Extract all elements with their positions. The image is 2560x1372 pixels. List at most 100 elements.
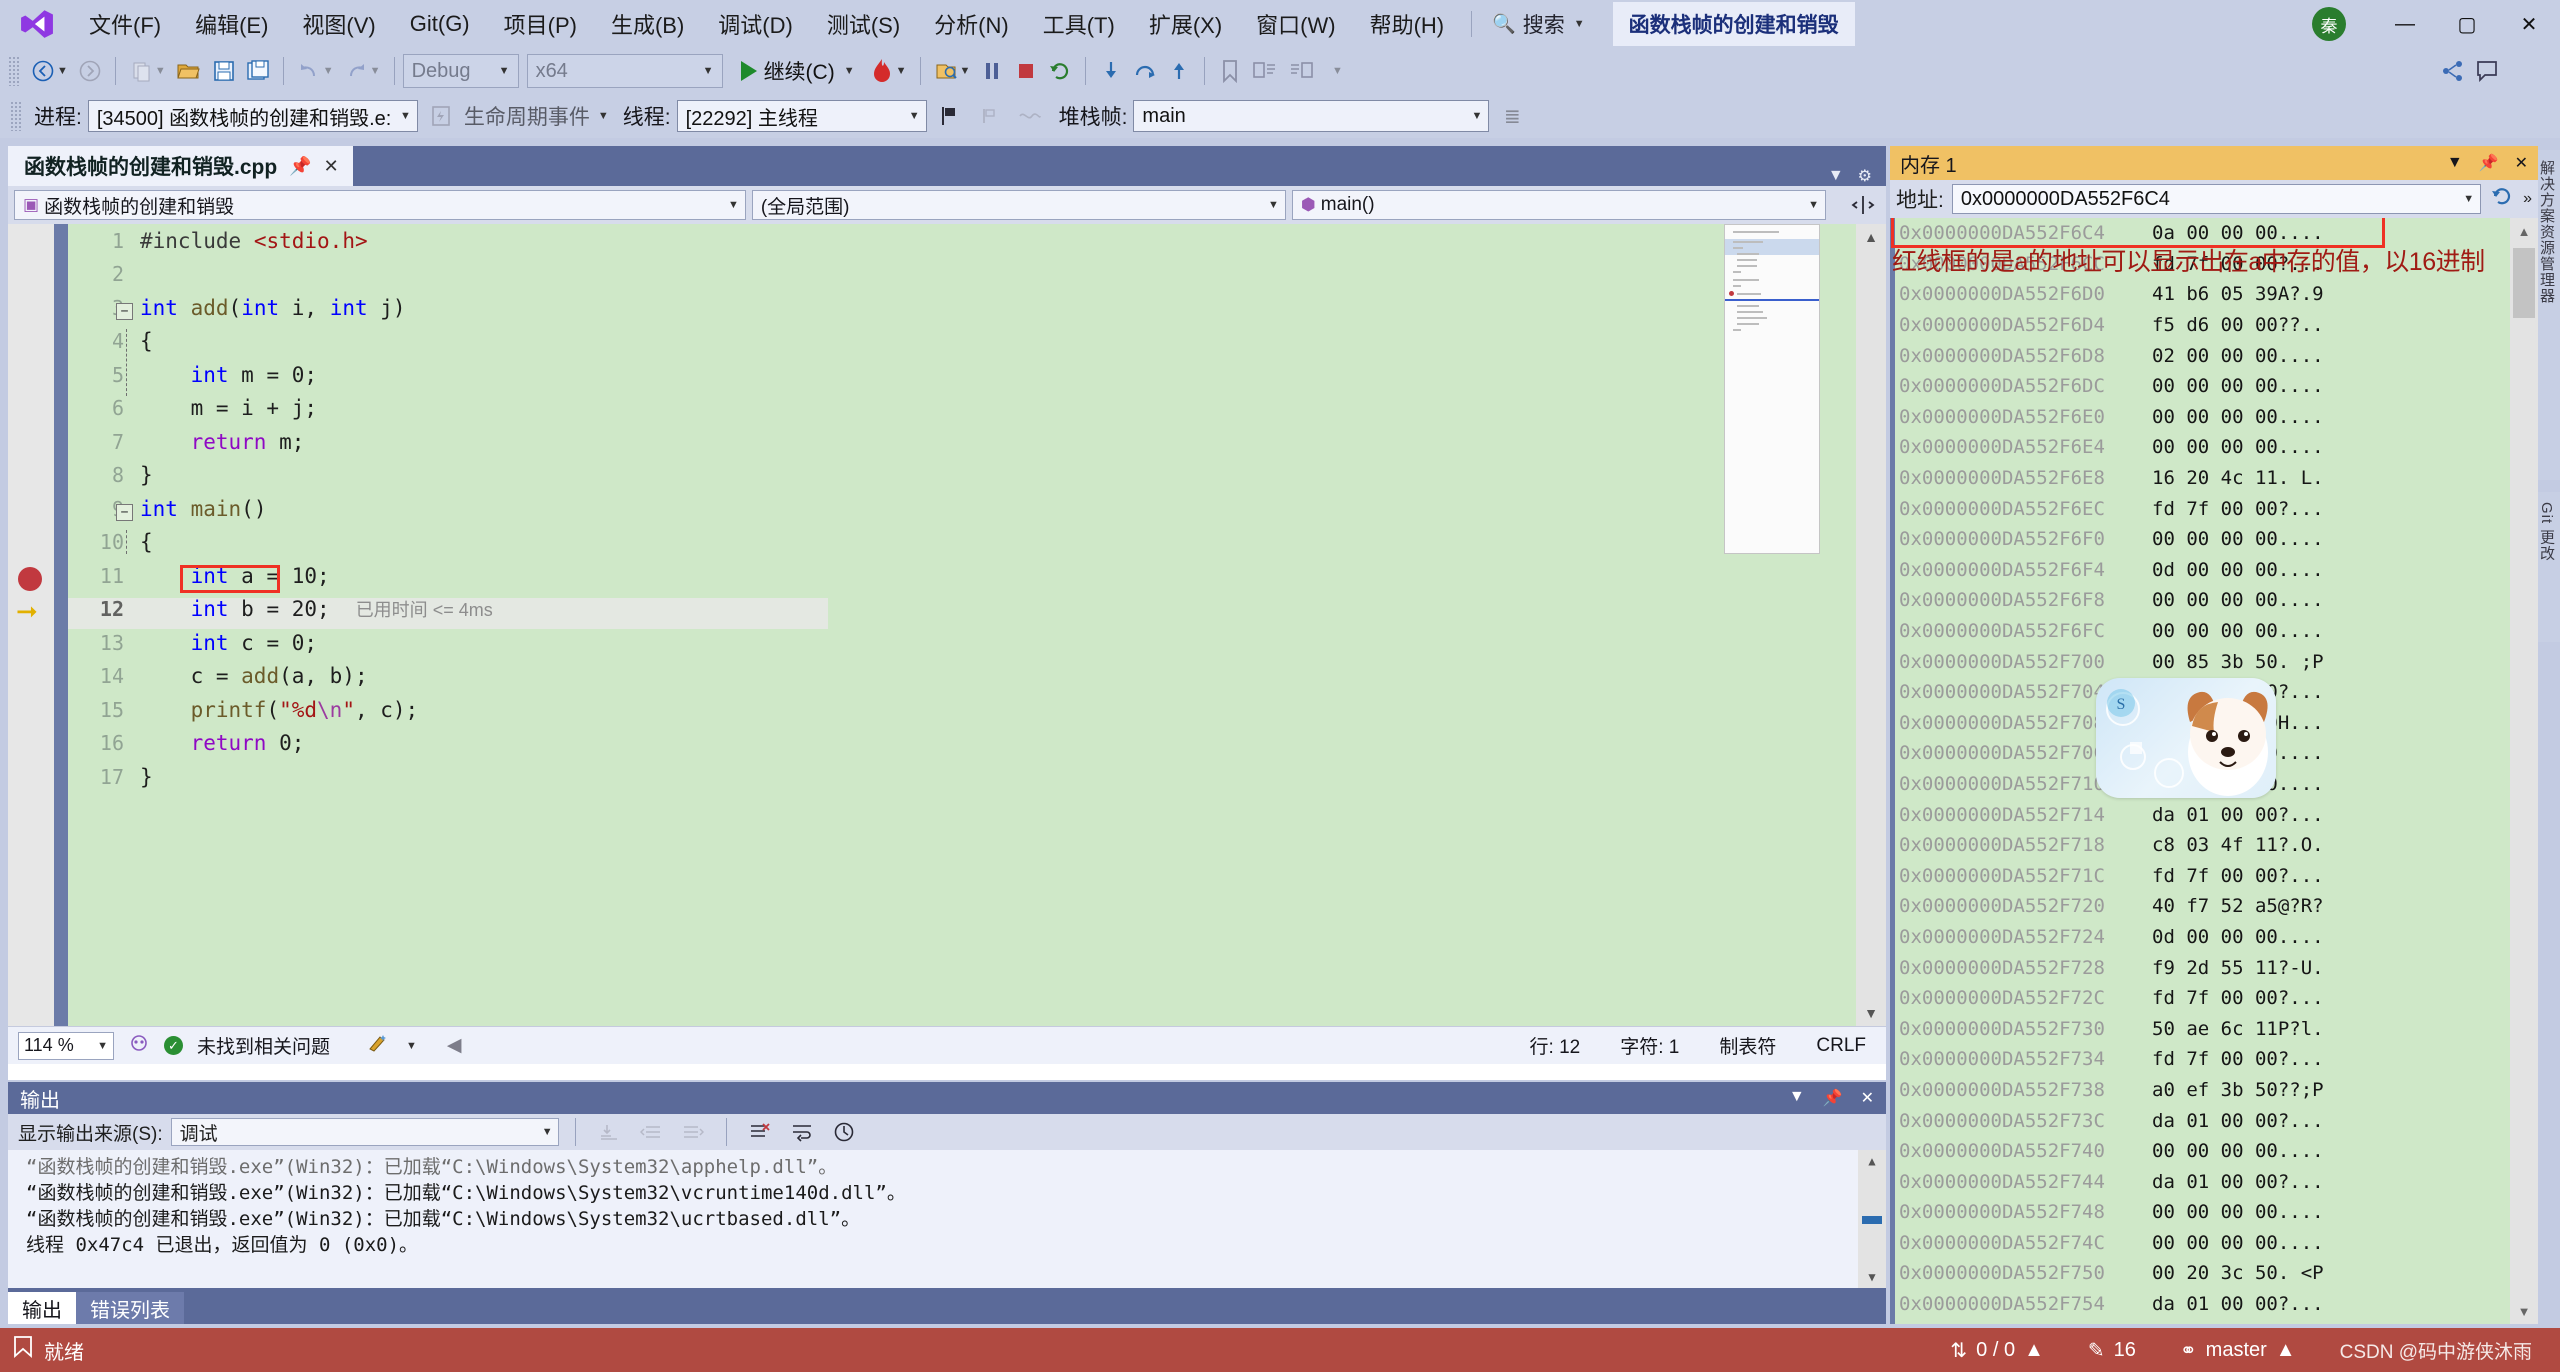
thread-combo[interactable]: [22292] 主线程 ▼ [676,100,927,132]
collapse-icon[interactable]: − [116,503,133,521]
scroll-up-icon[interactable]: ▲ [1856,224,1886,250]
chevron-down-icon[interactable]: ▼ [57,65,68,77]
memory-row[interactable]: 0x0000000DA552F73C da 01 00 00?... [1899,1105,2538,1136]
menu-item-test[interactable]: 测试(S) [810,2,917,46]
save-icon[interactable] [207,53,241,89]
pause-icon[interactable] [975,53,1009,89]
memory-row[interactable]: 0x0000000DA552F730 50 ae 6c 11 P?l. [1899,1013,2538,1044]
step-over-icon[interactable] [1128,53,1162,89]
chevron-down-icon[interactable]: ▼ [323,65,334,77]
debugbar-grip[interactable] [10,101,22,131]
close-icon[interactable]: ✕ [324,156,339,177]
editor-vertical-scrollbar[interactable]: ▲ ▼ [1856,224,1886,1026]
project-scope-combo[interactable]: ▣ 函数栈帧的创建和销毁 ▼ [14,190,746,220]
source-control-sync[interactable]: ⇅ 0 / 0 ▲ [1950,1338,2043,1363]
collapse-icon[interactable]: − [116,302,133,320]
pin-icon[interactable]: 📌 [1823,1088,1843,1108]
code-line[interactable]: 12 int b = 20; 已用时间 <= 4ms [68,593,1886,627]
share-icon[interactable] [2436,53,2470,89]
code-line[interactable]: 1 #include <stdio.h> [68,224,1886,258]
member-scope-combo[interactable]: ⬢ main() ▼ [1291,190,1826,220]
code-line[interactable]: 15 printf("%d\n", c); [68,693,1886,727]
dock-solution-explorer[interactable]: 解决方案资源管理器 [2538,150,2560,480]
chevron-down-icon[interactable]: ▼ [1828,167,1844,185]
menu-item-window[interactable]: 窗口(W) [1239,2,1352,46]
save-all-icon[interactable] [241,53,275,89]
step-out-icon[interactable] [1162,53,1196,89]
memory-row[interactable]: 0x0000000DA552F720 40 f7 52 a5 @?R? [1899,891,2538,922]
code-line[interactable]: 10{ [68,526,1886,560]
memory-row[interactable]: 0x0000000DA552F750 00 20 3c 50. <P [1899,1258,2538,1289]
previous-message-icon[interactable] [634,1114,668,1150]
bookmark-icon[interactable] [1213,53,1247,89]
scroll-down-icon[interactable]: ▼ [2510,1298,2538,1324]
memory-row[interactable]: 0x0000000DA552F740 00 00 00 00.... [1899,1136,2538,1167]
menu-item-help[interactable]: 帮助(H) [1353,2,1462,46]
memory-row[interactable]: 0x0000000DA552F744 da 01 00 00?... [1899,1166,2538,1197]
chevron-down-icon[interactable]: ▼ [1789,1088,1805,1108]
tab-error-list[interactable]: 错误列表 [76,1292,184,1324]
line-text[interactable]: int b = 20; 已用时间 <= 4ms [140,596,493,622]
memory-row[interactable]: 0x0000000DA552F6F0 00 00 00 00.... [1899,524,2538,555]
scroll-down-icon[interactable]: ▼ [1858,1266,1886,1288]
memory-row[interactable]: 0x0000000DA552F6F8 00 00 00 00.... [1899,585,2538,616]
line-text[interactable]: int c = 0; [140,631,317,655]
scroll-up-icon[interactable]: ▲ [1858,1150,1886,1172]
line-text[interactable]: c = add(a, b); [140,664,368,688]
code-line[interactable]: 11 int a = 10; [68,559,1886,593]
output-text[interactable]: “函数栈帧的创建和销毁.exe”(Win32)：已加载“C:\Windows\S… [8,1150,1886,1288]
solution-configuration-combo[interactable]: Debug ▼ [402,54,519,88]
redo-icon[interactable]: ▼ [339,53,386,89]
memory-row[interactable]: 0x0000000DA552F754 da 01 00 00?... [1899,1289,2538,1320]
memory-row[interactable]: 0x0000000DA552F6E0 00 00 00 00.... [1899,402,2538,433]
memory-row[interactable]: 0x0000000DA552F718 c8 03 4f 11 ?.O. [1899,830,2538,861]
memory-row[interactable]: 0x0000000DA552F714 da 01 00 00?... [1899,799,2538,830]
code-line[interactable]: 3int add(int i, int j)− [68,291,1886,325]
code-lines[interactable]: 1 #include <stdio.h> 2 3int add(int i, int … [68,224,1886,1026]
memory-overflow-icon[interactable]: » [2523,190,2532,208]
minimize-button[interactable]: — [2374,0,2436,48]
memory-scroll-thumb[interactable] [2513,248,2535,318]
toolbar-grip[interactable] [8,56,20,86]
feedback-icon[interactable] [2470,53,2504,89]
line-text[interactable]: #include <stdio.h> [140,229,368,253]
memory-row[interactable]: 0x0000000DA552F6EC fd 7f 00 00?... [1899,493,2538,524]
pin-icon[interactable]: 📌 [289,156,311,177]
open-file-icon[interactable] [171,53,207,89]
minimap[interactable] [1724,224,1820,554]
line-text[interactable]: int main() − [116,497,266,521]
chevron-down-icon[interactable]: ▼ [406,1040,417,1052]
zoom-level-combo[interactable]: 114 % ▼ [18,1031,114,1060]
namespace-scope-combo[interactable]: (全局范围) ▼ [751,190,1286,220]
code-line[interactable]: 13 int c = 0; [68,626,1886,660]
code-line[interactable]: 9int main()− [68,492,1886,526]
memory-row[interactable]: 0x0000000DA552F72C fd 7f 00 00?... [1899,983,2538,1014]
flag-thread-icon[interactable] [933,98,967,134]
maximize-button[interactable]: ▢ [2436,0,2498,48]
scroll-down-icon[interactable]: ▼ [1856,1000,1886,1026]
chevron-down-icon[interactable]: ▼ [960,65,971,77]
menu-item-analyze[interactable]: 分析(N) [917,2,1026,46]
hot-reload-icon[interactable]: ▼ [865,53,912,89]
code-line[interactable]: 6 m = i + j; [68,392,1886,426]
menu-item-file[interactable]: 文件(F) [72,2,178,46]
code-line[interactable]: 5 int m = 0; [68,358,1886,392]
pending-changes[interactable]: ✎ 16 [2088,1338,2136,1363]
menu-item-view[interactable]: 视图(V) [285,2,392,46]
memory-row[interactable]: 0x0000000DA552F6D0 41 b6 05 39 A?.9 [1899,279,2538,310]
line-text[interactable]: { [126,530,153,555]
menu-item-edit[interactable]: 编辑(E) [178,2,285,46]
memory-row[interactable]: 0x0000000DA552F700 00 85 3b 50. ;P [1899,646,2538,677]
breakpoint-icon[interactable] [18,567,42,591]
line-text[interactable]: return 0; [140,731,305,755]
memory-row[interactable]: 0x0000000DA552F6DC 00 00 00 00.... [1899,371,2538,402]
unflag-thread-icon[interactable] [973,98,1007,134]
output-source-combo[interactable]: 调试 ▼ [170,1118,559,1146]
undo-icon[interactable]: ▼ [292,53,339,89]
attach-process-icon[interactable]: ▼ [929,53,976,89]
memory-row[interactable]: 0x0000000DA552F6D8 02 00 00 00.... [1899,340,2538,371]
memory-row[interactable]: 0x0000000DA552F71C fd 7f 00 00?... [1899,860,2538,891]
code-line[interactable]: 8} [68,459,1886,493]
line-text[interactable]: m = i + j; [140,396,317,420]
chevron-down-icon[interactable]: ▼ [844,65,855,77]
